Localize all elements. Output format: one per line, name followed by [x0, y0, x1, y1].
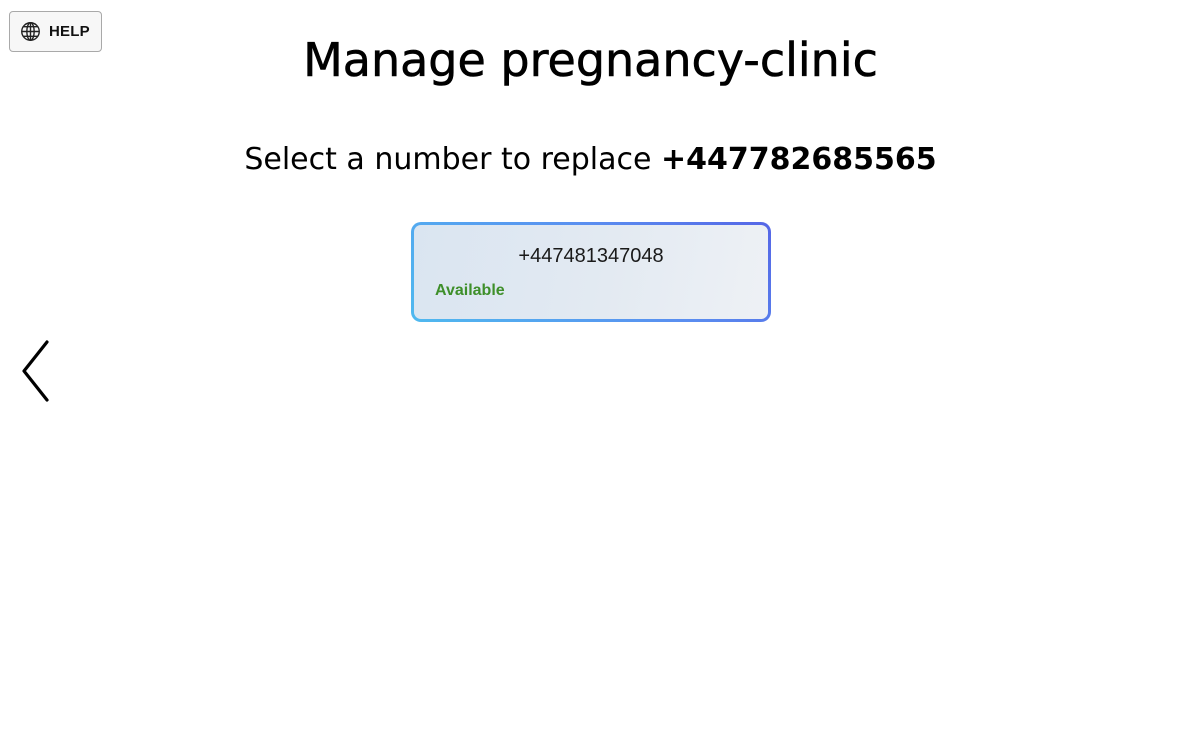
number-option-status: Available: [435, 282, 505, 299]
number-option-phone: +447481347048: [518, 245, 664, 267]
replace-prompt-text: Select a number to replace: [244, 142, 652, 177]
current-number: +447782685565: [661, 142, 937, 177]
number-option-card-body[interactable]: +447481347048 Available: [414, 225, 768, 319]
chevron-left-icon[interactable]: [18, 338, 54, 404]
page-title: Manage pregnancy-clinic: [303, 33, 878, 88]
number-option-card[interactable]: +447481347048 Available: [411, 222, 771, 322]
replace-prompt: Select a number to replace +447782685565: [0, 140, 1181, 180]
